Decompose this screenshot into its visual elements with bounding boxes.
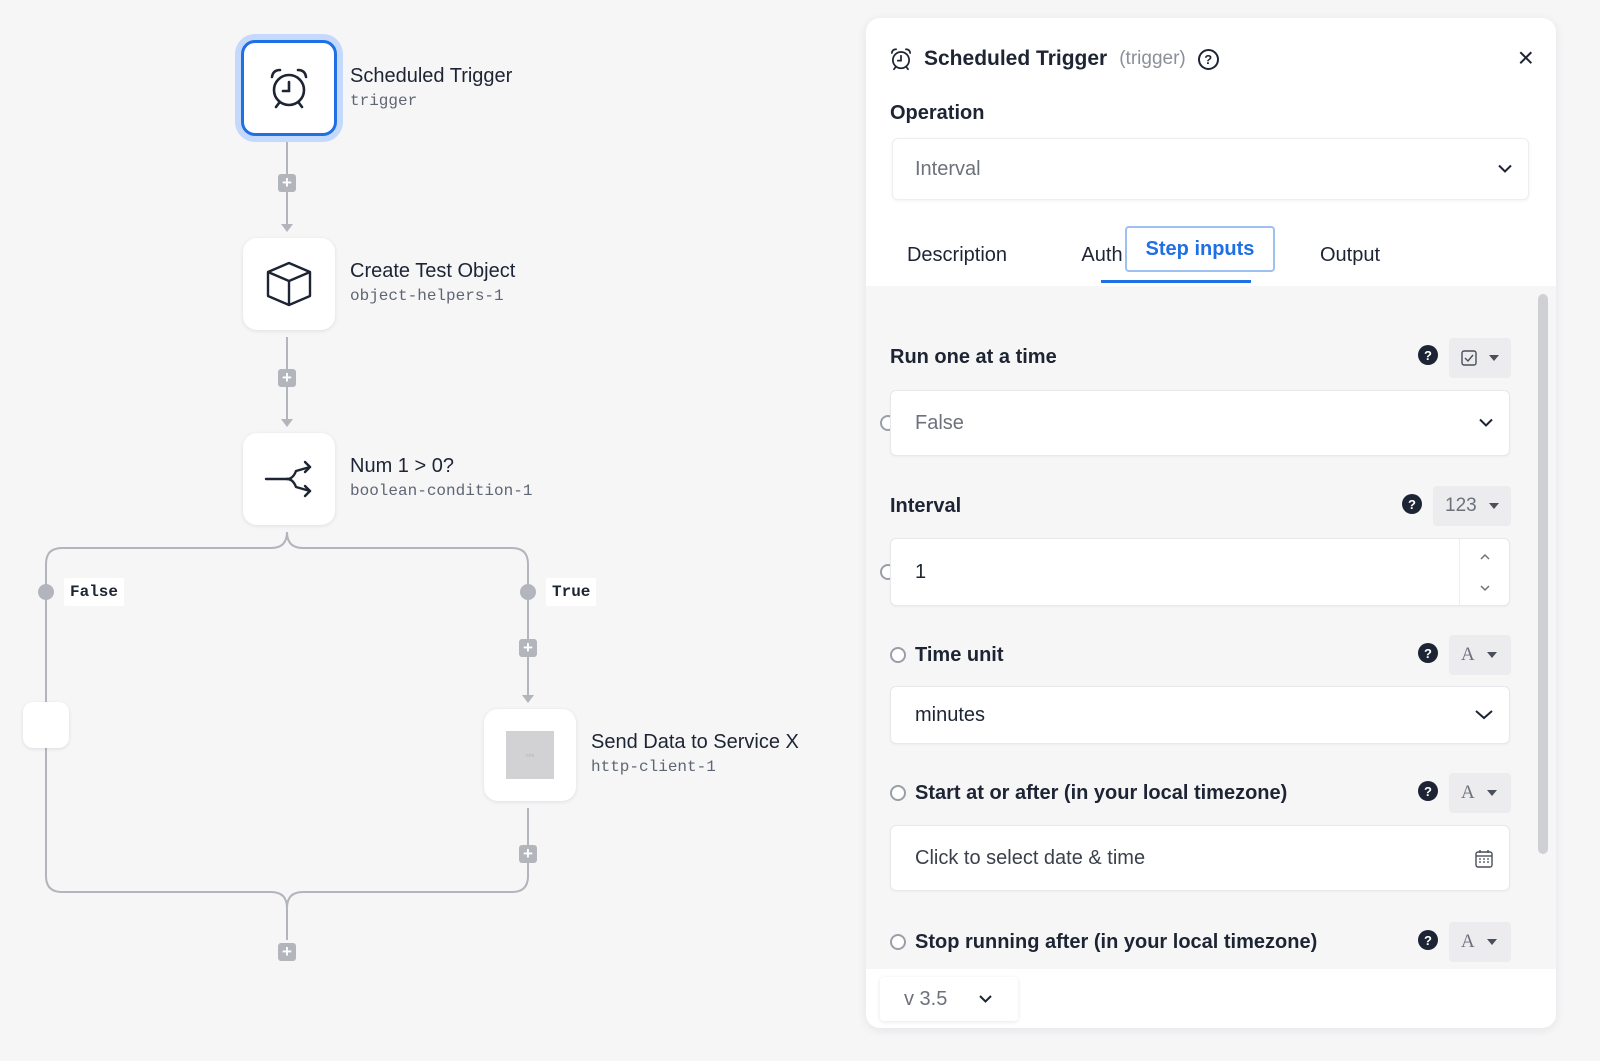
run-one-value: False bbox=[915, 411, 964, 434]
question-icon[interactable]: ? bbox=[1418, 930, 1438, 950]
node-boolean-condition[interactable] bbox=[243, 433, 335, 525]
node-subtitle: http-client-1 bbox=[591, 758, 716, 776]
type-toggle-button[interactable]: A bbox=[1449, 922, 1511, 962]
start-at-datetime-input[interactable]: Click to select date & time bbox=[890, 825, 1510, 891]
time-unit-select[interactable]: minutes bbox=[890, 686, 1510, 744]
field-label-time-unit: Time unit bbox=[915, 644, 1004, 666]
calendar-icon[interactable] bbox=[1475, 849, 1493, 868]
type-label: A bbox=[1461, 931, 1475, 952]
step-inputs-form[interactable]: Run one at a time ? False Interval ? 123… bbox=[866, 286, 1556, 969]
panel-footer: v 3.5 bbox=[866, 969, 1556, 1028]
type-toggle-button[interactable]: 123 bbox=[1433, 486, 1511, 526]
node-title: Create Test Object bbox=[350, 260, 516, 282]
type-toggle-button[interactable]: A bbox=[1449, 773, 1511, 813]
node-title: Send Data to Service X bbox=[591, 731, 799, 753]
panel-title: Scheduled Trigger bbox=[924, 47, 1108, 70]
chevron-down-icon bbox=[1498, 164, 1512, 173]
tab-description[interactable]: Description bbox=[890, 226, 1024, 284]
radio-button[interactable] bbox=[890, 934, 906, 950]
chevron-down-icon bbox=[979, 995, 992, 1003]
field-label-stop-after: Stop running after (in your local timezo… bbox=[915, 931, 1318, 953]
field-label-interval: Interval bbox=[890, 495, 962, 517]
operation-select[interactable]: Interval bbox=[892, 138, 1529, 200]
start-at-placeholder: Click to select date & time bbox=[915, 846, 1146, 869]
time-unit-value: minutes bbox=[915, 703, 986, 726]
node-scheduled-trigger[interactable] bbox=[241, 40, 337, 136]
operation-label: Operation bbox=[890, 102, 985, 124]
interval-input[interactable]: 1 bbox=[890, 538, 1510, 606]
branch-icon bbox=[264, 460, 312, 498]
panel-header: Scheduled Trigger (trigger) ? bbox=[888, 44, 1219, 74]
node-title: Num 1 > 0? bbox=[350, 455, 454, 477]
radio-button[interactable] bbox=[890, 785, 906, 801]
operation-value: Interval bbox=[915, 157, 981, 180]
step-config-panel: Scheduled Trigger (trigger) ? × Operatio… bbox=[866, 18, 1556, 1028]
chevron-up-icon[interactable] bbox=[1480, 553, 1490, 560]
branch-label-false: False bbox=[64, 578, 125, 606]
empty-branch-node[interactable] bbox=[23, 702, 69, 748]
question-icon[interactable]: ? bbox=[1418, 643, 1438, 663]
placeholder-image-icon: ▫▫▫ bbox=[506, 731, 554, 779]
chevron-down-icon bbox=[1479, 418, 1493, 427]
add-step-button[interactable]: + bbox=[278, 174, 296, 192]
workflow-canvas[interactable]: Scheduled Trigger trigger + Create Test … bbox=[0, 0, 880, 1061]
node-title: Scheduled Trigger bbox=[350, 65, 513, 87]
node-subtitle: object-helpers-1 bbox=[350, 287, 504, 305]
type-toggle-button[interactable] bbox=[1449, 338, 1511, 378]
node-subtitle: trigger bbox=[350, 92, 418, 110]
branch-label-true: True bbox=[546, 578, 597, 606]
version-value: v 3.5 bbox=[904, 987, 948, 1010]
chevron-down-icon bbox=[1475, 710, 1493, 720]
add-step-button[interactable]: + bbox=[278, 369, 296, 387]
type-label: 123 bbox=[1445, 495, 1477, 516]
add-step-button[interactable]: + bbox=[519, 639, 537, 657]
help-icon[interactable]: ? bbox=[1197, 48, 1219, 70]
chevron-down-icon[interactable] bbox=[1480, 585, 1490, 592]
alarm-clock-icon bbox=[890, 48, 912, 71]
version-select[interactable]: v 3.5 bbox=[880, 977, 1018, 1021]
connector-lines bbox=[38, 142, 536, 940]
node-send-data[interactable]: ▫▫▫ bbox=[484, 709, 576, 801]
tab-output[interactable]: Output bbox=[1295, 226, 1405, 284]
interval-value: 1 bbox=[915, 560, 927, 583]
panel-kind: (trigger) bbox=[1119, 48, 1186, 69]
add-step-button[interactable]: + bbox=[519, 845, 537, 863]
run-one-select[interactable]: False bbox=[890, 390, 1510, 456]
number-stepper[interactable] bbox=[1459, 539, 1509, 605]
close-icon[interactable]: × bbox=[1518, 44, 1534, 72]
alarm-clock-icon bbox=[270, 68, 308, 109]
node-create-test-object[interactable] bbox=[243, 238, 335, 330]
type-toggle-button[interactable]: A bbox=[1449, 635, 1511, 675]
question-icon[interactable]: ? bbox=[1418, 781, 1438, 801]
add-step-button[interactable]: + bbox=[278, 943, 296, 961]
tab-step-inputs[interactable]: Step inputs bbox=[1125, 226, 1275, 272]
checkbox-icon bbox=[1461, 350, 1477, 366]
question-icon[interactable]: ? bbox=[1418, 345, 1438, 365]
active-tab-indicator bbox=[1101, 280, 1251, 283]
field-label-start-at: Start at or after (in your local timezon… bbox=[915, 782, 1288, 804]
type-label: A bbox=[1461, 782, 1475, 803]
question-icon[interactable]: ? bbox=[1402, 494, 1422, 514]
node-subtitle: boolean-condition-1 bbox=[350, 482, 533, 500]
tab-bar: Description Auth Step inputs Output bbox=[890, 226, 1530, 284]
scrollbar[interactable] bbox=[1538, 294, 1548, 854]
radio-button[interactable] bbox=[890, 647, 906, 663]
type-label: A bbox=[1461, 644, 1475, 665]
field-label-run-one: Run one at a time bbox=[890, 346, 1057, 368]
cube-icon bbox=[266, 261, 312, 307]
